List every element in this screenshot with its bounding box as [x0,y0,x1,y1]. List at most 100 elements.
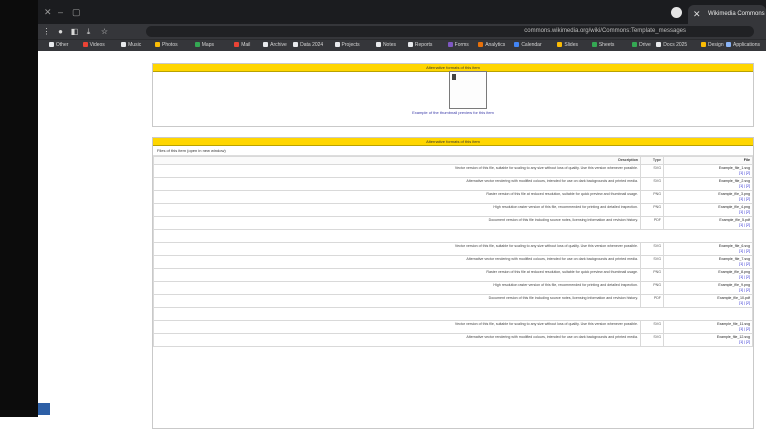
preview-caption-link[interactable]: Example of the thumbnail preview for thi… [153,110,753,115]
file-links[interactable]: [1] | [2] [666,210,750,215]
table-row: Vector version of this file, suitable fo… [153,242,753,256]
bookmark-favicon-icon [478,42,484,48]
table-row: Vector version of this file, suitable fo… [153,320,753,334]
file-links[interactable]: [1] | [2] [666,288,750,293]
row-file: Example_file_5.pdf [1] | [2] [663,216,753,230]
bookmark-favicon-icon [447,42,453,48]
separator-cell [153,229,753,243]
bookmark-label: Photos [162,42,178,48]
row-type: PDF [640,294,664,308]
file-links[interactable]: [1] | [2] [666,340,750,345]
file-links[interactable]: [1] | [2] [666,197,750,202]
bookmark-label: Docs 2025 [663,42,688,48]
bookmark-label: Reports [414,42,433,48]
minimize-window-icon[interactable]: – [58,7,63,17]
bookmark-label: Forms [454,42,469,48]
bookmark-label: Sheets [598,42,615,48]
bookmark-item[interactable]: Projects [334,42,360,48]
bookmark-label: Analytics [485,42,506,48]
bookmark-item[interactable]: Docs 2025 [656,42,687,48]
row-file: Example_file_11.svg [1] | [2] [663,320,753,334]
bookmark-label: Videos [89,42,105,48]
maximize-window-icon[interactable]: ▢ [72,7,81,18]
bookmark-item[interactable]: Music [121,42,141,48]
bookmark-item[interactable]: Reports [407,42,433,48]
file-links[interactable]: [1] | [2] [666,301,750,306]
bookmark-label: Other [55,42,69,48]
bookmark-item[interactable]: Calendar [514,42,542,48]
bookmark-favicon-icon [514,42,520,48]
row-description: Document version of this file including … [153,294,641,308]
row-description: High resolution raster version of this f… [153,281,641,295]
browser-chrome: ✕ – ▢ ✕ Wikimedia Commons ⋮ ● ◧ ⤓ ☆ comm… [38,0,766,52]
bookmark-favicon-icon [48,42,54,48]
bookmark-label: Drive [639,42,651,48]
new-tab-icon[interactable] [671,7,682,18]
column-header-description: Description [153,156,641,165]
row-file: Example_file_12.svg [1] | [2] [663,333,753,347]
tab-close-icon[interactable]: ✕ [693,5,701,24]
bookmark-item[interactable]: Archive [263,42,287,48]
bookmark-item[interactable]: Forms [447,42,469,48]
row-type: SVG [640,255,664,269]
file-links[interactable]: [1] | [2] [666,223,750,228]
bookmark-item[interactable]: Data 2024 [293,42,323,48]
row-type: PNG [640,203,664,217]
bookmark-item[interactable]: Mail [234,42,250,48]
extensions-icon[interactable]: ◧ [70,27,79,36]
active-tab[interactable]: ✕ Wikimedia Commons [688,5,766,24]
table-row: Alternative vector rendering with modifi… [153,333,753,347]
file-links[interactable]: [1] | [2] [666,171,750,176]
taskbar-icon[interactable] [38,403,50,415]
bookmark-item[interactable]: Maps [194,42,214,48]
bookmark-item[interactable]: Drive [632,42,651,48]
files-pane-header: Alternative formats of this item [153,138,753,146]
close-window-icon[interactable]: ✕ [44,7,52,18]
row-description: Vector version of this file, suitable fo… [153,164,641,178]
bookmark-favicon-icon [632,42,638,48]
bookmark-item[interactable]: Design [701,42,724,48]
bookmark-label: Maps [201,42,214,48]
table-row: Document version of this file including … [153,216,753,230]
row-type: SVG [640,333,664,347]
profile-icon[interactable]: ● [56,27,65,36]
browser-toolbar: ⋮ ● ◧ ⤓ ☆ commons.wikimedia.org/wiki/Com… [38,24,766,39]
thumbnail-preview[interactable] [449,71,487,109]
bookmark-item[interactable]: Photos [155,42,178,48]
row-description: Raster version of this file at reduced r… [153,190,641,204]
bookmark-star-icon[interactable]: ☆ [100,27,109,36]
row-description: Vector version of this file, suitable fo… [153,242,641,256]
bookmark-item[interactable]: Applications [726,42,760,48]
bookmark-item[interactable]: Notes [375,42,396,48]
row-description: Alternative vector rendering with modifi… [153,333,641,347]
bookmark-item[interactable]: Analytics [478,42,505,48]
bookmark-favicon-icon [407,42,413,48]
file-links[interactable]: [1] | [2] [666,184,750,189]
group-separator [153,307,753,321]
file-links[interactable]: [1] | [2] [666,262,750,267]
row-type: PNG [640,268,664,282]
bookmark-label: Design [708,42,724,48]
file-links[interactable]: [1] | [2] [666,249,750,254]
bookmark-favicon-icon [293,42,299,48]
separator-cell [153,307,753,321]
row-description: Raster version of this file at reduced r… [153,268,641,282]
row-file: Example_file_8.png [1] | [2] [663,268,753,282]
bookmark-label: Archive [270,42,287,48]
row-type: SVG [640,164,664,178]
row-file: Example_file_9.png [1] | [2] [663,281,753,295]
menu-icon[interactable]: ⋮ [42,27,51,36]
row-type: SVG [640,320,664,334]
bookmark-label: Applications [733,42,760,48]
table-row: High resolution raster version of this f… [153,281,753,295]
file-links[interactable]: [1] | [2] [666,275,750,280]
group-separator [153,229,753,243]
address-bar[interactable]: commons.wikimedia.org/wiki/Commons:Templ… [146,26,754,37]
file-links[interactable]: [1] | [2] [666,327,750,332]
bookmark-item[interactable]: Slides [557,42,578,48]
download-icon[interactable]: ⤓ [84,27,93,36]
bookmark-item[interactable]: Videos [82,42,105,48]
bookmark-item[interactable]: Sheets [591,42,615,48]
bookmark-item[interactable]: Other [48,42,69,48]
bookmark-favicon-icon [375,42,381,48]
